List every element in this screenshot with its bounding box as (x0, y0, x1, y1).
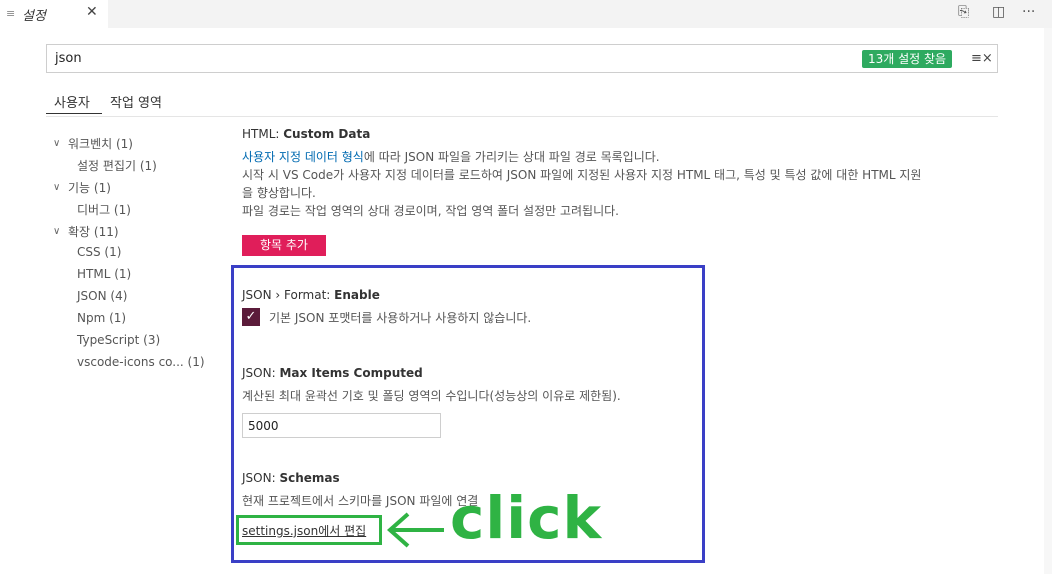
toc-item-npm[interactable]: Npm (1) (77, 311, 126, 325)
editor-tab-bar (0, 0, 1052, 28)
toc-item-settings-editor[interactable]: 설정 편집기 (1) (77, 157, 157, 174)
tab-divider (46, 116, 998, 117)
toc-item-html[interactable]: HTML (1) (77, 267, 131, 281)
custom-data-format-link[interactable]: 사용자 지정 데이터 형식 (242, 150, 364, 164)
click-target-box (236, 515, 382, 545)
more-actions-icon[interactable]: ··· (1022, 4, 1035, 20)
settings-tab-label: 설정 (22, 9, 46, 24)
toc-item-extensions[interactable]: 확장 (11) (68, 223, 119, 240)
add-item-button[interactable]: 항목 추가 (242, 235, 326, 256)
clear-filter-icon[interactable]: ≡× (971, 51, 993, 66)
toc-item-css[interactable]: CSS (1) (77, 245, 121, 259)
setting-description-line: 을 향상합니다. (242, 186, 316, 200)
split-editor-icon[interactable]: ◫ (992, 4, 1005, 20)
toc-item-json[interactable]: JSON (4) (77, 289, 127, 303)
tab-user[interactable]: 사용자 (54, 92, 90, 111)
toc-item-features[interactable]: 기능 (1) (68, 179, 111, 196)
toc-item-workbench[interactable]: 워크벤치 (1) (68, 135, 133, 152)
setting-description: 사용자 지정 데이터 형식에 따라 JSON 파일을 가리키는 상대 파일 경로… (242, 150, 660, 164)
toc-item-typescript[interactable]: TypeScript (3) (77, 333, 160, 347)
chevron-down-icon[interactable]: ∨ (53, 138, 60, 149)
arrow-left-icon (386, 512, 444, 548)
open-settings-json-icon[interactable]: ⎘ (958, 4, 969, 20)
toc-item-vscode-icons[interactable]: vscode-icons co... (1) (77, 355, 205, 369)
setting-description-line: 시작 시 VS Code가 사용자 지정 데이터를 로드하여 JSON 파일에 … (242, 168, 922, 182)
settings-search-input[interactable]: json 13개 설정 찾음 ≡× (46, 44, 998, 73)
toc-item-debug[interactable]: 디버그 (1) (77, 201, 131, 218)
active-tab-indicator (46, 113, 102, 114)
click-annotation: click (450, 484, 603, 552)
setting-title-html-custom-data: HTML: Custom Data (242, 127, 371, 141)
scrollbar[interactable] (1044, 28, 1052, 574)
results-count-badge: 13개 설정 찾음 (862, 50, 953, 68)
setting-description-line: 파일 경로는 작업 영역의 상대 경로이며, 작업 영역 폴더 설정만 고려됩니… (242, 204, 619, 218)
chevron-down-icon[interactable]: ∨ (53, 182, 60, 193)
settings-file-icon: ≡ (6, 7, 16, 20)
search-query: json (55, 51, 82, 66)
chevron-down-icon[interactable]: ∨ (53, 226, 60, 237)
close-icon[interactable]: ✕ (86, 4, 98, 20)
tab-workspace[interactable]: 작업 영역 (110, 92, 162, 111)
settings-tab[interactable]: ≡ 설정 ✕ (0, 0, 108, 28)
